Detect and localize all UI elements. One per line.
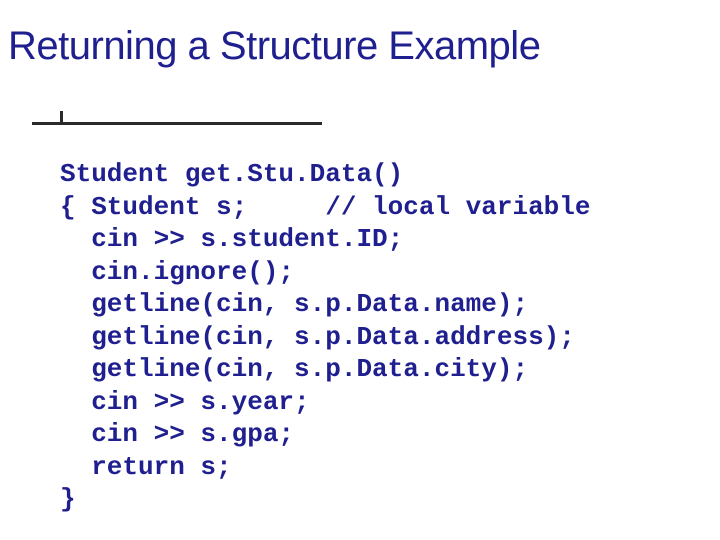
slide: Returning a Structure Example Student ge… — [0, 0, 720, 540]
code-line: cin >> s.student.ID; — [60, 224, 403, 254]
title-tick-mark — [60, 111, 63, 125]
code-line: getline(cin, s.p.Data.name); — [60, 289, 528, 319]
code-line: getline(cin, s.p.Data.address); — [60, 322, 575, 352]
code-line: } — [60, 484, 76, 514]
code-block: Student get.Stu.Data() { Student s; // l… — [60, 158, 591, 516]
code-line: cin >> s.gpa; — [60, 419, 294, 449]
code-line: { Student s; // local variable — [60, 192, 591, 222]
code-line: cin.ignore(); — [60, 257, 294, 287]
slide-title: Returning a Structure Example — [8, 24, 540, 69]
title-underline — [32, 122, 322, 125]
code-line: getline(cin, s.p.Data.city); — [60, 354, 528, 384]
code-line: return s; — [60, 452, 232, 482]
code-line: Student get.Stu.Data() — [60, 159, 403, 189]
code-line: cin >> s.year; — [60, 387, 310, 417]
